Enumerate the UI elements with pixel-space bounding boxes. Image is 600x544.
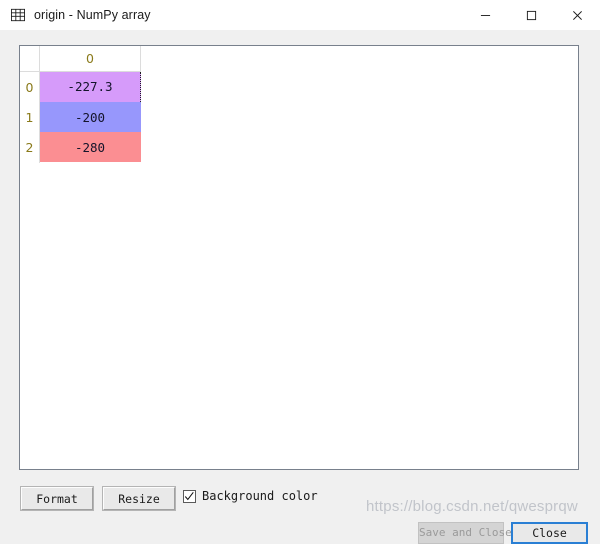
checkbox-box[interactable] (183, 489, 196, 503)
background-color-checkbox[interactable]: Background color (183, 489, 318, 503)
column-header-0[interactable]: 0 (39, 46, 141, 72)
close-button[interactable]: Close (511, 522, 588, 544)
table-grid-icon (11, 8, 25, 22)
maximize-button[interactable] (508, 0, 554, 30)
save-and-close-button[interactable]: Save and Close (418, 522, 512, 544)
window-title: origin - NumPy array (34, 8, 151, 22)
grid-body: 0 -227.3 1 -200 2 -280 (20, 71, 141, 162)
array-grid: 0 0 -227.3 1 -200 2 -280 (20, 46, 141, 163)
bottom-toolbar: Format Resize Background color Save and … (0, 478, 600, 544)
grid-header-row: 0 (20, 46, 141, 72)
table-row: 1 -200 (20, 102, 141, 132)
row-header-0[interactable]: 0 (20, 71, 40, 102)
grid-corner-cell[interactable] (20, 46, 40, 72)
grid-cell-0-0[interactable]: -227.3 (39, 71, 141, 103)
grid-cell-2-0[interactable]: -280 (39, 132, 141, 162)
grid-header: 0 (20, 46, 141, 72)
window-title-bar: origin - NumPy array (0, 0, 600, 30)
close-window-button[interactable] (554, 0, 600, 30)
grid-cell-1-0[interactable]: -200 (39, 102, 141, 132)
minimize-button[interactable] (462, 0, 508, 30)
format-button[interactable]: Format (20, 486, 94, 511)
resize-button[interactable]: Resize (102, 486, 176, 511)
table-row: 0 -227.3 (20, 71, 141, 103)
row-header-2[interactable]: 2 (20, 132, 40, 162)
title-bar-left: origin - NumPy array (0, 8, 151, 22)
dialog-body: 0 0 -227.3 1 -200 2 -280 Format Resize B… (0, 30, 600, 544)
window-controls (462, 0, 600, 30)
row-header-1[interactable]: 1 (20, 102, 40, 132)
background-color-label: Background color (202, 489, 318, 503)
array-table-view[interactable]: 0 0 -227.3 1 -200 2 -280 (19, 45, 579, 470)
table-row: 2 -280 (20, 132, 141, 162)
checkmark-icon (184, 491, 194, 500)
